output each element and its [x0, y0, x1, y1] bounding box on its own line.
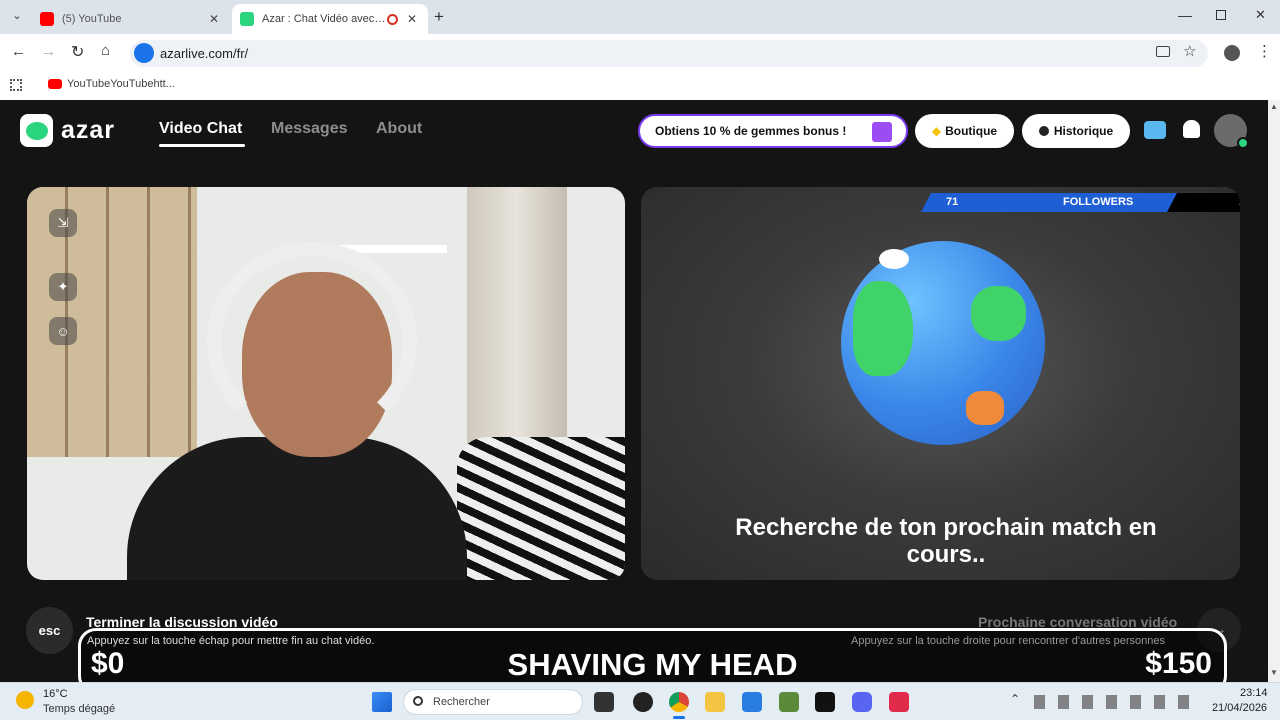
history-button[interactable]: Historique — [1022, 114, 1130, 148]
azar-page: azar Video Chat Messages About Obtiens 1… — [0, 100, 1268, 682]
home-icon[interactable]: ⌂ — [101, 42, 110, 59]
local-video: ⇲ ✦ ☺ — [27, 187, 625, 580]
capcut-icon[interactable] — [815, 692, 835, 712]
tab-youtube[interactable]: (5) YouTube ✕ — [32, 4, 230, 34]
headset — [207, 242, 417, 442]
youtube-icon — [48, 79, 62, 89]
tab-title: Azar : Chat Vidéo avec de n — [262, 13, 387, 25]
match-search-panel: 71 FOLLOWERS 100 Recherche de ton procha… — [641, 187, 1240, 580]
scroll-up-icon[interactable]: ▲ — [1270, 102, 1278, 111]
nav-messages[interactable]: Messages — [271, 120, 348, 138]
followers-label: FOLLOWERS — [1063, 196, 1134, 208]
forward-icon[interactable]: → — [41, 43, 56, 60]
globe-icon — [841, 241, 1045, 445]
moon-icon — [16, 691, 34, 709]
browser-tab-bar: ⌄ (5) YouTube ✕ Azar : Chat Vidéo avec d… — [0, 0, 1280, 34]
shop-label: Boutique — [945, 124, 998, 138]
next-chat-hint: Appuyez sur la touche droite pour rencon… — [851, 635, 1165, 647]
youtube-icon — [40, 12, 54, 26]
nav-about[interactable]: About — [376, 120, 422, 138]
azar-logo-icon — [20, 114, 53, 147]
bookmarks-bar: YouTubeYouTubehtt... — [0, 72, 1280, 100]
esc-key-button[interactable]: esc — [26, 607, 73, 654]
nav-active-underline — [159, 144, 245, 147]
magic-effects-icon[interactable]: ✦ — [49, 273, 77, 301]
nav-video-chat[interactable]: Video Chat — [159, 120, 242, 138]
esc-label: esc — [38, 623, 61, 638]
shop-button[interactable]: ◆ Boutique — [915, 114, 1014, 148]
new-tab-button[interactable]: + — [434, 7, 444, 27]
back-icon[interactable]: ← — [11, 43, 26, 60]
collapse-icon[interactable]: ⇲ — [49, 209, 77, 237]
searching-text: Recherche de ton prochain match en cours… — [735, 514, 1157, 568]
close-tab-icon[interactable]: ✕ — [404, 12, 420, 26]
weather-widget[interactable]: 16°C Temps dégagé — [16, 687, 126, 717]
discord-icon[interactable] — [852, 692, 872, 712]
scroll-down-icon[interactable]: ▼ — [1270, 668, 1278, 677]
browser-toolbar: ← → ↻ ⌂ azarlive.com/fr/ ☆ ⋮ — [0, 34, 1280, 72]
maximize-icon[interactable] — [1216, 10, 1226, 20]
online-badge — [1237, 137, 1249, 149]
file-explorer-icon[interactable] — [705, 692, 725, 712]
notification-bell-icon[interactable] — [1183, 120, 1200, 138]
goal-title: SHAVING MY HEAD — [507, 647, 798, 682]
start-button[interactable] — [372, 692, 392, 712]
tab-azar[interactable]: Azar : Chat Vidéo avec de n ✕ — [232, 4, 428, 34]
active-app-indicator — [673, 716, 685, 719]
promo-text: Obtiens 10 % de gemmes bonus ! — [655, 124, 847, 138]
recording-icon — [387, 13, 398, 25]
person-body — [127, 437, 467, 580]
game-app-icon[interactable] — [633, 692, 653, 712]
page-scrollbar[interactable]: ▲ ▼ — [1268, 100, 1280, 682]
bookmark-star-icon[interactable]: ☆ — [1183, 42, 1196, 60]
azar-logo[interactable]: azar — [20, 114, 115, 147]
tray-chevron-icon[interactable]: ⌃ — [1010, 692, 1020, 706]
apps-grid-icon[interactable] — [10, 79, 22, 91]
close-window-icon[interactable]: ✕ — [1255, 7, 1266, 23]
store-icon[interactable] — [742, 692, 762, 712]
clock-time[interactable]: 23:14 — [1240, 687, 1268, 699]
record-app-icon[interactable] — [889, 692, 909, 712]
tray-icons[interactable] — [1034, 695, 1194, 709]
face-filter-icon[interactable]: ☺ — [49, 317, 77, 345]
url-text: azarlive.com/fr/ — [160, 46, 249, 61]
end-chat-hint: Appuyez sur la touche échap pour mettre … — [87, 635, 375, 647]
gift-icon — [872, 122, 892, 142]
gem-balance-icon[interactable] — [1144, 121, 1166, 139]
bookmark-youtube[interactable]: YouTubeYouTubehtt... — [48, 78, 175, 90]
gem-icon: ◆ — [931, 124, 942, 138]
menu-icon[interactable]: ⋮ — [1257, 42, 1272, 60]
bookmark-label: YouTubeYouTubehtt... — [67, 78, 175, 90]
logo-text: azar — [61, 116, 116, 144]
profile-avatar[interactable] — [1224, 45, 1240, 61]
clock-icon — [1038, 126, 1049, 136]
azar-icon — [240, 12, 254, 26]
tab-list-chevron-icon[interactable]: ⌄ — [8, 9, 26, 27]
minecraft-icon[interactable] — [779, 692, 799, 712]
taskbar-search[interactable]: Rechercher — [403, 689, 583, 715]
goal-end-amount: $150 — [1145, 647, 1212, 680]
address-bar[interactable]: azarlive.com/fr/ — [130, 40, 1208, 67]
chrome-icon[interactable] — [669, 692, 689, 712]
install-app-icon[interactable] — [1156, 46, 1170, 57]
user-avatar[interactable] — [1214, 114, 1249, 149]
search-icon — [413, 696, 423, 706]
site-info-icon[interactable] — [134, 43, 154, 63]
minimize-icon[interactable]: — — [1178, 7, 1192, 23]
zebra-blanket — [457, 437, 625, 580]
search-placeholder: Rechercher — [433, 696, 490, 708]
tab-title: (5) YouTube — [62, 13, 122, 25]
weather-temp: 16°C — [43, 688, 68, 700]
clock-date[interactable]: 21/04/2026 — [1212, 702, 1267, 714]
followers-goal: 100 — [1239, 196, 1240, 208]
close-tab-icon[interactable]: ✕ — [206, 12, 222, 26]
history-label: Historique — [1053, 124, 1114, 138]
task-view-icon[interactable] — [594, 692, 614, 712]
followers-current: 71 — [946, 196, 959, 208]
reload-icon[interactable]: ↻ — [71, 42, 84, 62]
promo-banner[interactable]: Obtiens 10 % de gemmes bonus ! — [638, 114, 908, 148]
windows-taskbar: 16°C Temps dégagé Rechercher ⌃ 23:14 21/… — [0, 682, 1280, 720]
weather-desc: Temps dégagé — [43, 703, 116, 715]
